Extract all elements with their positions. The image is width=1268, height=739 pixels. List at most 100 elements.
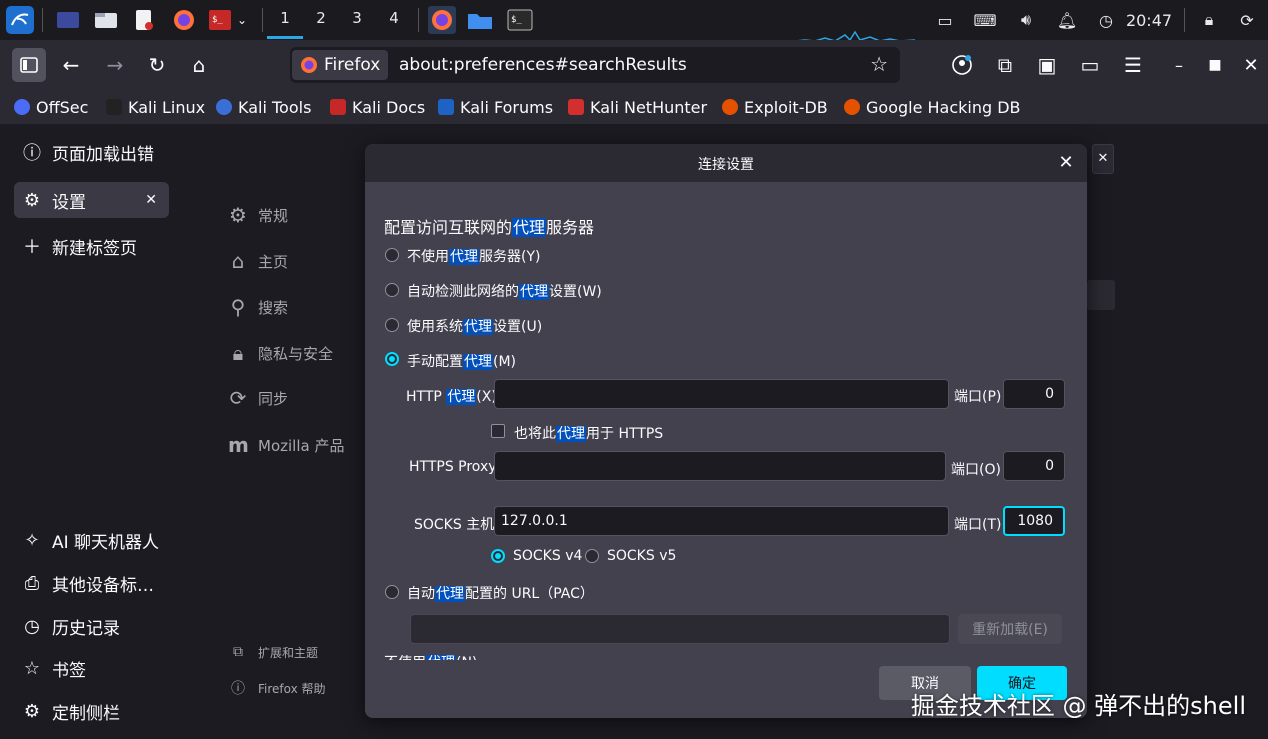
auto-detect-radio[interactable] <box>385 283 399 297</box>
bookmark-exploit-db[interactable]: Exploit-DB <box>722 96 828 118</box>
sidebar-item-ai-chatbot[interactable]: ✧ AI 聊天机器人 <box>14 522 169 558</box>
workspace-4[interactable]: 4 <box>382 9 406 31</box>
bookmarks-toolbar: OffSec Kali Linux Kali Tools Kali Docs K… <box>0 90 1268 124</box>
close-icon[interactable]: ✕ <box>1236 50 1266 80</box>
category-sync[interactable]: ⟳ 同步 <box>228 385 288 411</box>
category-mozilla[interactable]: m Mozilla 产品 <box>228 432 344 458</box>
http-port-input[interactable] <box>1003 379 1065 409</box>
bookmark-kali-tools[interactable]: Kali Tools <box>216 96 311 118</box>
desktop-taskbar: $_ ⌄ 1 2 3 4 $_ ▭ ⌨ 🔊︎ 🔔︎ ◷ 20:47 🔒︎ ⟳ <box>0 0 1268 42</box>
workspace-2[interactable]: 2 <box>309 9 333 31</box>
sidebar-item-synced-tabs[interactable]: ⎙ 其他设备标… <box>14 565 169 601</box>
reader-view-icon[interactable]: ▭ <box>1075 50 1105 80</box>
category-search[interactable]: ⚲ 搜索 <box>228 294 288 320</box>
https-proxy-label: HTTPS Proxy <box>409 459 497 475</box>
socks-port-input[interactable] <box>1003 506 1065 536</box>
no-proxy-label: 不使用代理服务器(Y) <box>407 249 541 265</box>
back-icon[interactable]: ← <box>56 50 86 80</box>
pac-radio[interactable] <box>385 585 399 599</box>
home-icon: ⌂ <box>231 249 245 273</box>
sidebar-item-history[interactable]: ◷ 历史记录 <box>14 608 169 644</box>
manual-proxy-radio[interactable] <box>385 352 399 366</box>
https-proxy-input[interactable] <box>494 451 946 481</box>
kali-forums-icon <box>438 99 454 115</box>
url-text[interactable]: about:preferences#searchResults <box>399 55 687 75</box>
bookmark-google-hacking-db[interactable]: Google Hacking DB <box>844 96 1021 118</box>
bookmark-kali-forums[interactable]: Kali Forums <box>438 96 553 118</box>
tab-manager-icon[interactable]: ▣ <box>1032 50 1062 80</box>
maximize-icon[interactable]: ■ <box>1200 50 1230 80</box>
folder-window-icon[interactable] <box>466 6 494 34</box>
system-proxy-label: 使用系统代理设置(U) <box>407 319 543 335</box>
terminal-root-icon[interactable]: $_ <box>206 6 234 34</box>
sidebar-item-settings[interactable]: ⚙ 设置 ✕ <box>14 182 169 218</box>
pac-label: 自动代理配置的 URL（PAC） <box>407 586 594 602</box>
socks-v5-radio[interactable] <box>585 549 599 563</box>
socks-v4-radio[interactable] <box>491 549 505 563</box>
lock-screen-icon[interactable]: 🔒︎ <box>1196 0 1222 40</box>
reload-pac-button[interactable]: 重新加载(E) <box>958 614 1062 644</box>
menu-icon[interactable]: ☰ <box>1118 50 1148 80</box>
bookmark-offsec[interactable]: OffSec <box>14 96 88 118</box>
https-port-input[interactable] <box>1003 451 1065 481</box>
category-privacy[interactable]: 🔒︎ 隐私与安全 <box>228 340 333 366</box>
terminal-window-icon[interactable]: $_ <box>506 6 534 34</box>
footer-help[interactable]: ⓘ Firefox 帮助 <box>228 675 326 701</box>
no-proxy-radio[interactable] <box>385 248 399 262</box>
text-editor-icon[interactable] <box>130 6 158 34</box>
http-port-label: 端口(P) <box>954 389 1002 405</box>
lock-icon: 🔒︎ <box>232 341 244 365</box>
category-general[interactable]: ⚙ 常规 <box>228 202 288 228</box>
pac-url-input[interactable] <box>410 614 950 644</box>
socks-v5-label: SOCKS v5 <box>607 548 677 564</box>
also-https-checkbox[interactable] <box>491 424 505 438</box>
sidebar-item-page-error[interactable]: ⓘ 页面加载出错 <box>14 134 169 170</box>
url-bar[interactable]: Firefox about:preferences#searchResults … <box>290 47 900 83</box>
volume-icon[interactable]: 🔊︎ <box>1012 0 1040 40</box>
reload-icon[interactable]: ↻ <box>142 50 172 80</box>
firefox-icon <box>301 57 317 73</box>
socks-host-input[interactable] <box>494 506 949 536</box>
taskbar-separator <box>418 8 419 32</box>
workspace-1[interactable]: 1 <box>267 9 303 39</box>
kali-menu-icon[interactable] <box>6 6 34 34</box>
mozilla-icon: m <box>228 433 249 457</box>
bookmark-kali-nethunter[interactable]: Kali NetHunter <box>568 96 707 118</box>
identity-label: Firefox <box>324 55 381 75</box>
chevron-down-icon[interactable]: ⌄ <box>232 6 252 34</box>
proxy-heading: 配置访问互联网的代理服务器 <box>384 218 595 237</box>
desktop-icon[interactable] <box>54 6 82 34</box>
extensions-icon[interactable]: ⧉ <box>990 50 1020 80</box>
sidebar-item-new-tab[interactable]: ＋新建标签页 <box>14 228 169 264</box>
http-proxy-input[interactable] <box>494 379 949 409</box>
account-icon[interactable] <box>947 50 977 80</box>
keyboard-icon[interactable]: ⌨ <box>970 0 1000 40</box>
search-clear-icon[interactable]: ✕ <box>1092 144 1114 174</box>
notification-bell-icon[interactable]: 🔔︎ <box>1054 0 1080 40</box>
workspace-3[interactable]: 3 <box>345 9 369 31</box>
minimize-icon[interactable]: – <box>1164 50 1194 80</box>
footer-extensions[interactable]: ⧉ 扩展和主题 <box>228 639 318 665</box>
firefox-window-icon[interactable] <box>428 6 456 34</box>
kali-tools-icon <box>216 99 232 115</box>
firefox-icon[interactable] <box>170 6 198 34</box>
bookmark-star-icon[interactable]: ☆ <box>870 52 888 76</box>
plus-icon: ＋ <box>23 237 41 258</box>
dialog-close-icon[interactable]: ✕ <box>1055 152 1077 174</box>
file-manager-icon[interactable] <box>92 6 120 34</box>
system-proxy-radio[interactable] <box>385 318 399 332</box>
display-icon[interactable]: ▭ <box>930 0 960 40</box>
category-home[interactable]: ⌂ 主页 <box>228 248 288 274</box>
close-tab-icon[interactable]: ✕ <box>145 192 157 208</box>
sidebar-item-customize[interactable]: ⚙ 定制侧栏 <box>14 693 169 729</box>
clock-time[interactable]: 20:47 <box>1124 0 1174 40</box>
sidebar-toggle-icon[interactable] <box>12 48 46 82</box>
identity-box[interactable]: Firefox <box>292 50 389 80</box>
bookmark-kali-linux[interactable]: Kali Linux <box>106 96 205 118</box>
power-icon[interactable]: ⟳ <box>1234 0 1260 40</box>
sidebar-item-bookmarks[interactable]: ☆ 书签 <box>14 650 169 686</box>
watermark-text: 掘金技术社区 @ 弹不出的shell <box>910 692 1246 720</box>
forward-icon[interactable]: → <box>100 50 130 80</box>
bookmark-kali-docs[interactable]: Kali Docs <box>330 96 425 118</box>
home-icon[interactable]: ⌂ <box>184 50 214 80</box>
